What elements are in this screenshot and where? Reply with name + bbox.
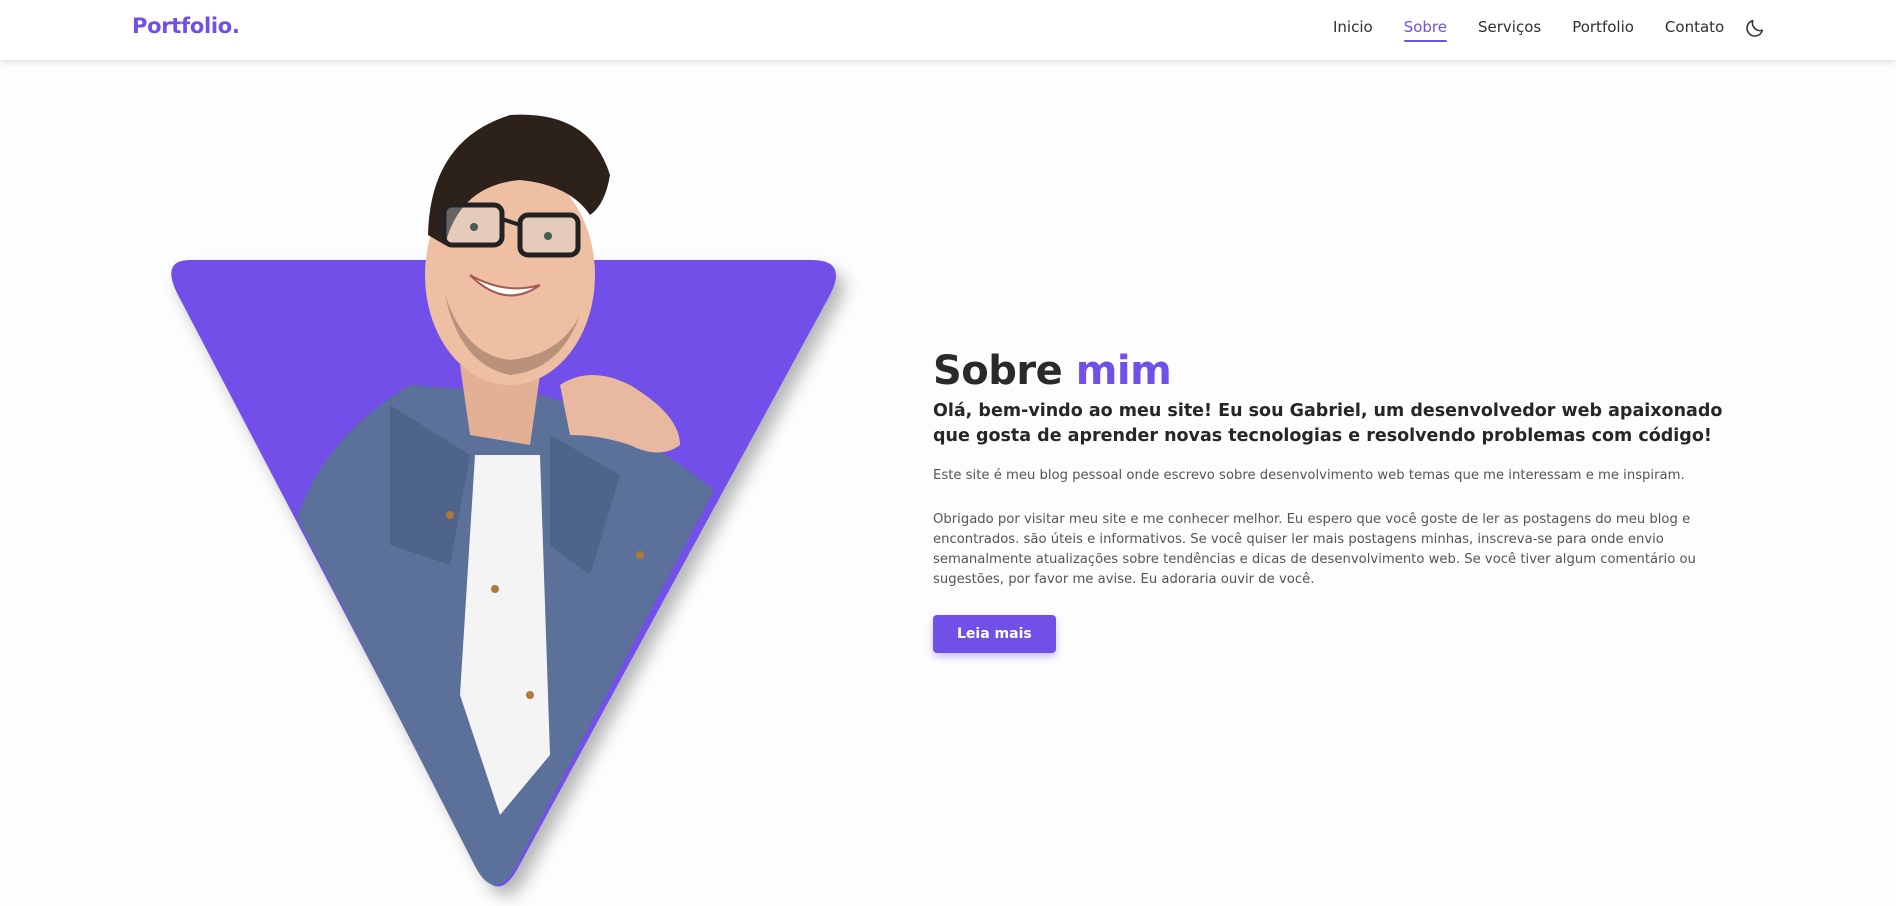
nav-item-portfolio[interactable]: Portfolio bbox=[1572, 18, 1634, 42]
title-main: Sobre bbox=[933, 348, 1063, 394]
nav-item-sobre[interactable]: Sobre bbox=[1403, 18, 1448, 42]
about-section: Sobre mim Olá, bem-vindo ao meu site! Eu… bbox=[933, 345, 1743, 653]
shirt-illustration bbox=[260, 385, 720, 885]
site-logo[interactable]: Portfolio. bbox=[132, 14, 240, 38]
main-nav: Inicio Sobre Serviços Portfolio Contato bbox=[1333, 18, 1755, 42]
nav-item-contato[interactable]: Contato bbox=[1665, 18, 1724, 42]
about-paragraph-1: Este site é meu blog pessoal onde escrev… bbox=[933, 468, 1685, 483]
nav-item-inicio[interactable]: Inicio bbox=[1333, 18, 1373, 42]
hero-image bbox=[160, 114, 880, 895]
title-accent: mim bbox=[1075, 348, 1172, 394]
portrait-illustration bbox=[171, 114, 836, 887]
read-more-button[interactable]: Leia mais bbox=[933, 615, 1056, 653]
about-lead: Olá, bem-vindo ao meu site! Eu sou Gabri… bbox=[933, 401, 1723, 446]
about-paragraph-2: Obrigado por visitar meu site e me conhe… bbox=[933, 512, 1696, 587]
site-header: Portfolio. Inicio Sobre Serviços Portfol… bbox=[0, 0, 1896, 60]
about-title: Sobre mim bbox=[933, 345, 1743, 397]
moon-icon[interactable] bbox=[1744, 17, 1766, 39]
nav-item-servicos[interactable]: Serviços bbox=[1478, 18, 1541, 42]
